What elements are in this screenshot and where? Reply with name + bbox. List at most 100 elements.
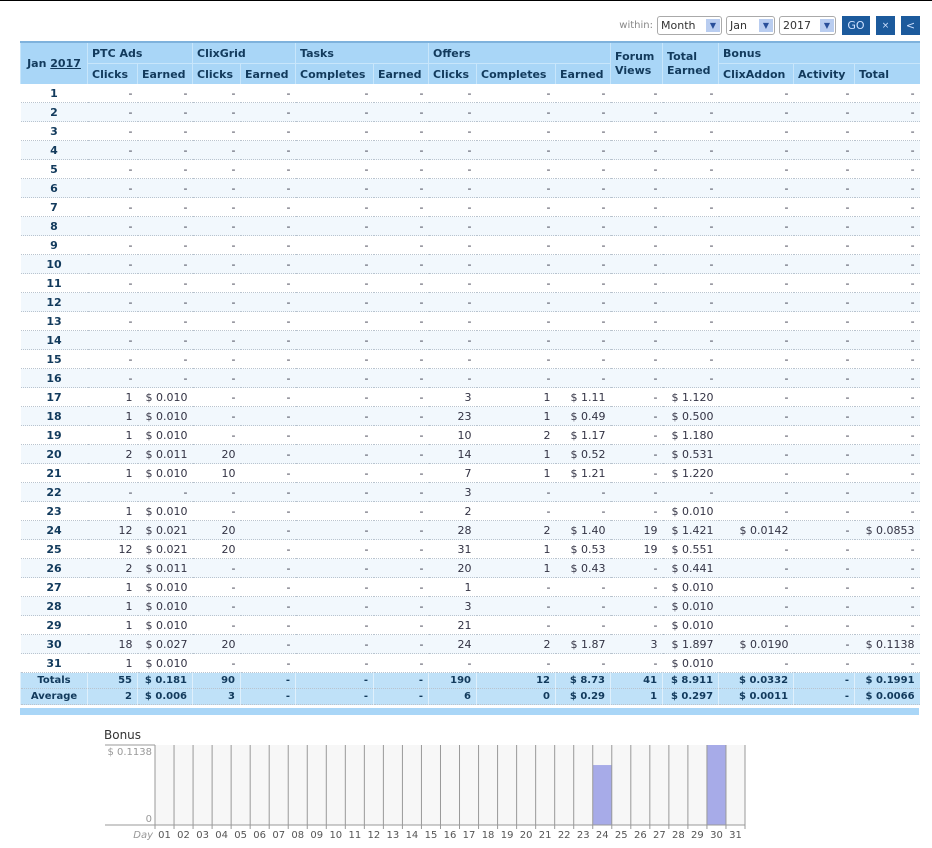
cell: $ 0.010 (137, 387, 193, 407)
year-select[interactable]: 2017 ▼ (779, 16, 836, 35)
table-row: 17 1 $ 0.010- - - -3 1 $ 1.11- $ 1.120- - - (20, 387, 920, 407)
cell: - (476, 140, 556, 160)
cell: - (718, 596, 794, 616)
x-tick-label: 29 (691, 830, 704, 841)
table-row: 6-------------- (20, 178, 920, 198)
cell: 2 (476, 634, 556, 654)
cell: - (240, 159, 296, 179)
cell: - (793, 330, 855, 350)
cell: - (854, 102, 920, 122)
cell: 2 (87, 558, 138, 578)
cell: - (854, 84, 920, 103)
cell: - (476, 615, 556, 635)
cell: - (662, 368, 719, 388)
cell: - (610, 311, 663, 331)
cell: - (373, 520, 429, 540)
cell: 20 (192, 634, 241, 654)
header-forum-views: Forum Views (610, 41, 663, 84)
table-row: 5-------------- (20, 159, 920, 179)
cell: - (662, 159, 719, 179)
row-label: 4 (20, 140, 88, 160)
cell: - (295, 330, 374, 350)
x-tick-label: 23 (577, 830, 590, 841)
x-tick-label: 04 (215, 830, 228, 841)
cell: 3 (428, 387, 477, 407)
cell: - (610, 653, 663, 673)
cell: - (610, 482, 663, 502)
header-total-earned: Total Earned (662, 41, 719, 84)
cell: - (476, 501, 556, 521)
table-row: 1-------------- (20, 84, 920, 103)
row-label: 22 (20, 482, 88, 502)
cell: - (373, 254, 429, 274)
cell: $ 0.010 (662, 653, 719, 673)
cell: - (476, 102, 556, 122)
x-tick-label: 02 (177, 830, 190, 841)
cell: 1 (87, 501, 138, 521)
cell: - (240, 615, 296, 635)
row-label: 16 (20, 368, 88, 388)
cell: - (718, 482, 794, 502)
cell: - (295, 102, 374, 122)
cell: - (87, 197, 138, 217)
cell: - (718, 558, 794, 578)
cell: 55 (87, 672, 138, 689)
table-row: 2-------------- (20, 102, 920, 122)
cell: - (854, 121, 920, 141)
cell: - (718, 539, 794, 559)
cell: 90 (192, 672, 241, 689)
cell: - (240, 216, 296, 236)
cell: - (610, 425, 663, 445)
cell: - (137, 197, 193, 217)
year-link[interactable]: 2017 (50, 57, 81, 70)
cell: - (718, 349, 794, 369)
cell: $ 0.0142 (718, 520, 794, 540)
go-button[interactable]: GO (842, 16, 870, 35)
cell: - (137, 368, 193, 388)
cell: - (793, 254, 855, 274)
cell: - (793, 84, 855, 103)
x-tick-label: 01 (158, 830, 171, 841)
cell: - (240, 330, 296, 350)
table-row: 9-------------- (20, 235, 920, 255)
cell: - (295, 615, 374, 635)
cell: 1 (476, 406, 556, 426)
cell: 6 (428, 688, 477, 705)
group-ptc-ads: PTC Ads (87, 41, 193, 64)
x-tick-label: 20 (520, 830, 533, 841)
cell: - (192, 159, 241, 179)
cell: - (137, 482, 193, 502)
cell: - (610, 159, 663, 179)
month-select[interactable]: Jan ▼ (726, 16, 775, 35)
cell: $ 0.49 (555, 406, 611, 426)
cell: - (192, 197, 241, 217)
cell: - (476, 197, 556, 217)
cell: - (428, 102, 477, 122)
close-button[interactable]: × (876, 16, 895, 35)
subheader-earned: Earned (240, 63, 296, 84)
row-label: 13 (20, 311, 88, 331)
row-label: 5 (20, 159, 88, 179)
subheader-completes: Completes (295, 63, 374, 84)
cell: - (476, 596, 556, 616)
x-tick-label: 16 (444, 830, 457, 841)
within-label: within: (619, 20, 653, 31)
cell: - (476, 311, 556, 331)
cell: - (662, 311, 719, 331)
cell: 20 (428, 558, 477, 578)
cell: - (793, 501, 855, 521)
cell: $ 0.011 (137, 558, 193, 578)
period-select[interactable]: Month ▼ (657, 16, 722, 35)
cell: $ 0.1991 (854, 672, 920, 689)
cell: - (428, 273, 477, 293)
back-button[interactable]: < (901, 16, 920, 35)
cell: - (192, 349, 241, 369)
cell: - (373, 425, 429, 445)
table-row: 4-------------- (20, 140, 920, 160)
cell: - (854, 235, 920, 255)
x-tick-label: 12 (368, 830, 381, 841)
cell: - (793, 520, 855, 540)
cell: - (240, 121, 296, 141)
table-row: 29 1 $ 0.010- - - -21- - - $ 0.010- - - (20, 615, 920, 635)
cell: - (373, 159, 429, 179)
